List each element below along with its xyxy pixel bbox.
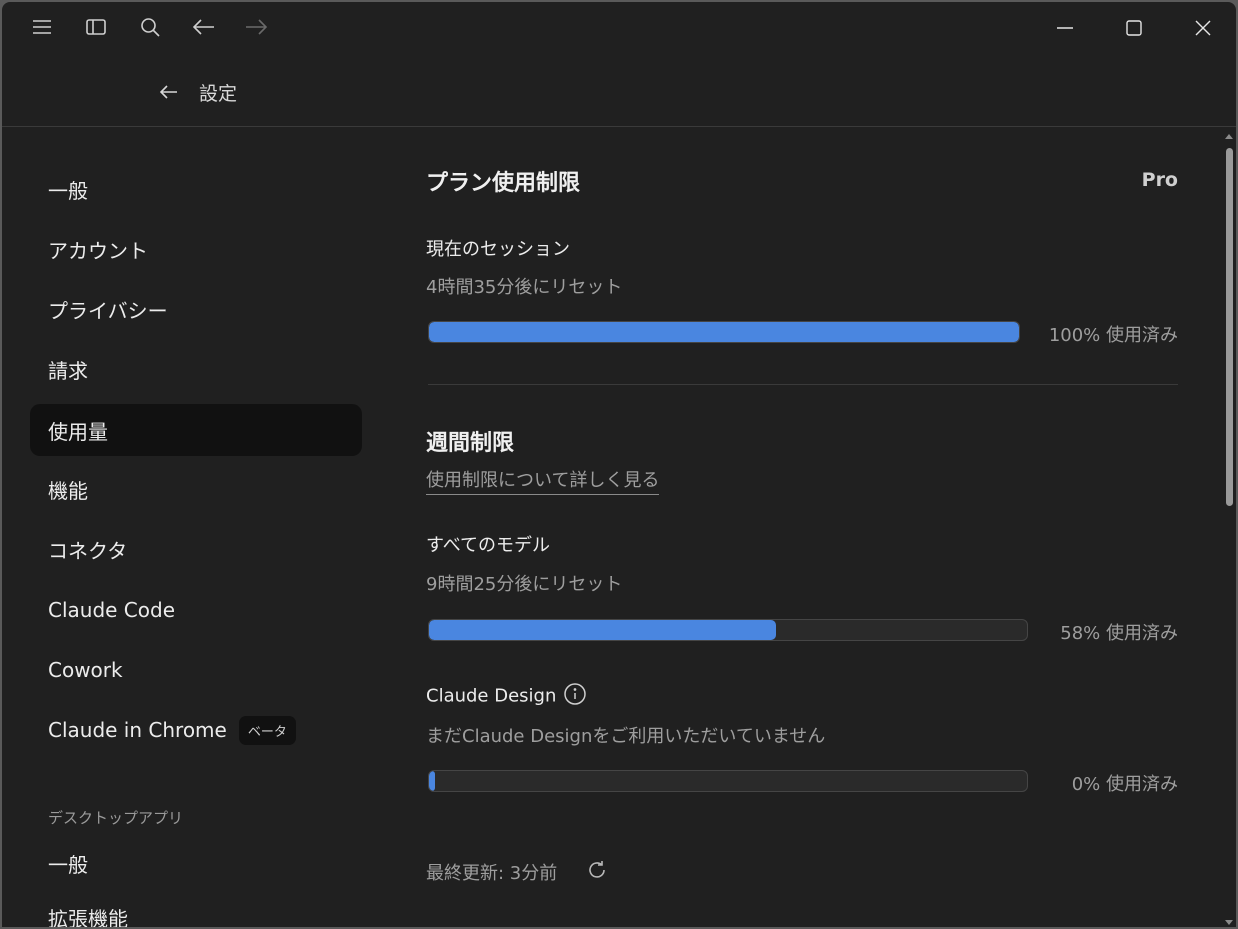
arrow-left-icon[interactable] (191, 14, 217, 40)
maximize-icon[interactable] (1111, 12, 1157, 44)
usage-panel: プラン使用制限 Pro 現在のセッション 4時間35分後にリセット 100% 使… (426, 127, 1178, 927)
sidebar-item-label: 一般 (48, 178, 88, 203)
sidebar-toggle-icon[interactable] (83, 14, 109, 40)
sidebar-item-label: 使用量 (48, 419, 108, 444)
scroll-down-icon[interactable] (1225, 920, 1233, 925)
claude-design-status: まだClaude Designをご利用いただいていません (426, 726, 826, 747)
settings-sidebar: 一般 アカウント プライバシー 請求 使用量 機能 コネクタ Claude Co… (30, 127, 362, 927)
sidebar-item-features[interactable]: 機能 (30, 463, 362, 515)
sidebar-item-claude-code[interactable]: Claude Code (30, 584, 362, 636)
learn-more-link[interactable]: 使用制限について詳しく見る (426, 466, 660, 495)
menu-icon[interactable] (29, 14, 55, 40)
sidebar-item-usage[interactable]: 使用量 (30, 404, 362, 456)
session-reset-text: 4時間35分後にリセット (426, 277, 623, 298)
refresh-icon[interactable] (586, 859, 608, 885)
section-divider (428, 384, 1178, 385)
claude-design-label-row: Claude Design (426, 683, 587, 710)
beta-badge: ベータ (238, 715, 296, 745)
claude-design-label: Claude Design (426, 685, 557, 707)
all-models-percent-label: 58% 使用済み (1060, 623, 1178, 644)
sidebar-item-label: Claude Code (48, 598, 176, 622)
sidebar-item-claude-in-chrome[interactable]: Claude in Chrome ベータ (30, 704, 362, 756)
plan-name: Pro (1141, 169, 1178, 191)
minimize-icon[interactable] (1042, 12, 1088, 44)
sidebar-item-label: Cowork (48, 658, 123, 682)
sidebar-item-account[interactable]: アカウント (30, 223, 362, 275)
scrollbar[interactable] (1222, 130, 1236, 927)
settings-header: 設定 (2, 54, 1236, 127)
scroll-up-icon[interactable] (1225, 134, 1233, 139)
sidebar-item-label: コネクタ (48, 538, 128, 563)
arrow-left-icon (160, 85, 178, 99)
desktop-app-section-label: デスクトップアプリ (48, 809, 184, 827)
sidebar-item-general[interactable]: 一般 (30, 163, 362, 215)
claude-design-progress-fill (429, 771, 435, 791)
page-title: 設定 (199, 83, 238, 105)
sidebar-item-label: 請求 (48, 358, 88, 383)
sidebar-item-label: 機能 (48, 478, 88, 503)
session-progress-bar (428, 321, 1020, 343)
sidebar-item-extensions[interactable]: 拡張機能 (30, 891, 362, 928)
all-models-reset-text: 9時間25分後にリセット (426, 574, 623, 595)
scrollbar-thumb[interactable] (1226, 148, 1233, 506)
sidebar-item-privacy[interactable]: プライバシー (30, 283, 362, 335)
last-updated-text: 最終更新: 3分前 (426, 863, 558, 884)
sidebar-item-cowork[interactable]: Cowork (30, 644, 362, 696)
session-percent-label: 100% 使用済み (1048, 325, 1178, 346)
sidebar-item-desktop-general[interactable]: 一般 (30, 837, 362, 889)
title-bar (2, 2, 1236, 54)
settings-window: 設定 一般 アカウント プライバシー 請求 使用量 機能 コネクタ Claude… (2, 2, 1236, 927)
arrow-right-icon[interactable] (243, 14, 269, 40)
sidebar-item-label: Claude in Chrome (48, 718, 227, 742)
sidebar-item-label: 一般 (48, 852, 88, 877)
current-session-label: 現在のセッション (426, 239, 570, 260)
all-models-label: すべてのモデル (426, 535, 551, 556)
sidebar-item-billing[interactable]: 請求 (30, 343, 362, 395)
sidebar-item-label: アカウント (48, 238, 148, 263)
session-progress-fill (429, 322, 1019, 342)
close-icon[interactable] (1180, 12, 1226, 44)
back-button[interactable] (157, 80, 181, 104)
info-icon[interactable] (564, 683, 587, 710)
claude-design-progress-bar (428, 770, 1028, 792)
claude-design-percent-label: 0% 使用済み (1071, 774, 1178, 795)
weekly-limits-title: 週間制限 (426, 431, 515, 456)
all-models-progress-fill (429, 620, 776, 640)
sidebar-item-label: 拡張機能 (48, 906, 128, 928)
sidebar-item-label: プライバシー (48, 298, 168, 323)
plan-usage-title: プラン使用制限 (426, 171, 581, 196)
all-models-progress-bar (428, 619, 1028, 641)
sidebar-item-connectors[interactable]: コネクタ (30, 523, 362, 575)
search-icon[interactable] (137, 14, 163, 40)
